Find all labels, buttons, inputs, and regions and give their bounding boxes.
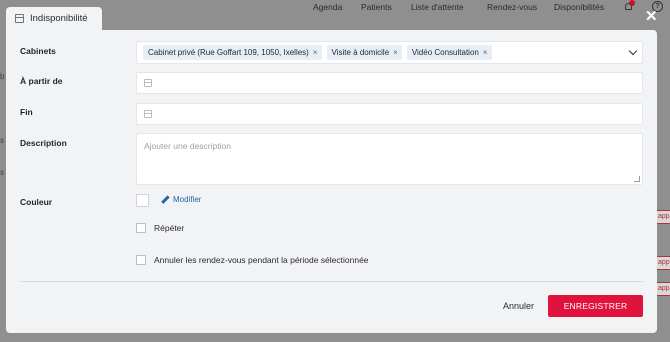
close-icon[interactable]: ✕ (645, 9, 658, 24)
nav-availability[interactable]: Disponibilités (554, 2, 604, 12)
resize-handle-icon[interactable] (634, 176, 640, 182)
nav-waiting-list[interactable]: Liste d'attente (411, 2, 464, 12)
chip-label: Cabinet privé (Rue Goffart 109, 1050, Ix… (148, 48, 309, 57)
background-pill: appro (655, 256, 670, 270)
color-swatch[interactable] (136, 194, 149, 207)
dialog-title: Indisponibilité (30, 13, 88, 24)
cancel-appointments-checkbox[interactable] (136, 255, 146, 265)
notification-bell-icon[interactable] (623, 0, 635, 12)
chip-remove-icon[interactable]: × (393, 48, 398, 57)
chip-label: Visite à domicile (331, 48, 390, 57)
repeat-label: Répéter (154, 223, 185, 233)
start-date-label: À partir de (20, 76, 63, 86)
cancel-button[interactable]: Annuler (503, 301, 534, 311)
calendar-icon (144, 110, 152, 118)
cabinets-select[interactable]: Cabinet privé (Rue Goffart 109, 1050, Ix… (136, 41, 643, 64)
color-label: Couleur (20, 197, 53, 207)
cabinet-chip: Cabinet privé (Rue Goffart 109, 1050, Ix… (143, 45, 322, 60)
repeat-option[interactable]: Répéter (136, 223, 184, 233)
background-fragment: b (0, 72, 5, 81)
chip-remove-icon[interactable]: × (313, 48, 318, 57)
background-fragment: s (0, 136, 4, 145)
modify-color-link[interactable]: Modifier (161, 195, 201, 204)
chevron-down-icon[interactable] (628, 46, 638, 56)
description-label: Description (20, 138, 67, 148)
repeat-checkbox[interactable] (136, 223, 146, 233)
unavailability-dialog: Cabinets Cabinet privé (Rue Goffart 109,… (6, 30, 657, 333)
cabinets-label: Cabinets (20, 46, 56, 56)
nav-agenda[interactable]: Agenda (313, 2, 342, 12)
cancel-appointments-option[interactable]: Annuler les rendez-vous pendant la pério… (136, 255, 369, 265)
chip-label: Vidéo Consultation (411, 48, 479, 57)
notification-badge (629, 0, 635, 6)
footer-divider (20, 281, 643, 282)
calendar-icon (144, 79, 152, 87)
end-date-label: Fin (20, 107, 33, 117)
background-fragment: s (0, 168, 4, 177)
calendar-icon (15, 14, 24, 23)
background-pill: appro (655, 210, 670, 224)
nav-patients[interactable]: Patients (361, 2, 392, 12)
cancel-appointments-label: Annuler les rendez-vous pendant la pério… (154, 255, 369, 265)
modify-label: Modifier (173, 195, 202, 204)
end-date-input[interactable] (136, 103, 643, 125)
description-placeholder: Ajouter une description (144, 141, 231, 151)
pencil-icon (161, 196, 169, 204)
chip-remove-icon[interactable]: × (483, 48, 488, 57)
cabinet-chip: Vidéo Consultation × (406, 45, 492, 60)
start-date-input[interactable] (136, 72, 643, 94)
dialog-tab: Indisponibilité (6, 7, 102, 30)
save-button[interactable]: ENREGISTRER (548, 295, 643, 317)
cabinet-chip: Visite à domicile × (326, 45, 402, 60)
description-textarea[interactable]: Ajouter une description (136, 133, 643, 185)
background-pill: appro (655, 282, 670, 296)
nav-appointments[interactable]: Rendez-vous (487, 2, 537, 12)
